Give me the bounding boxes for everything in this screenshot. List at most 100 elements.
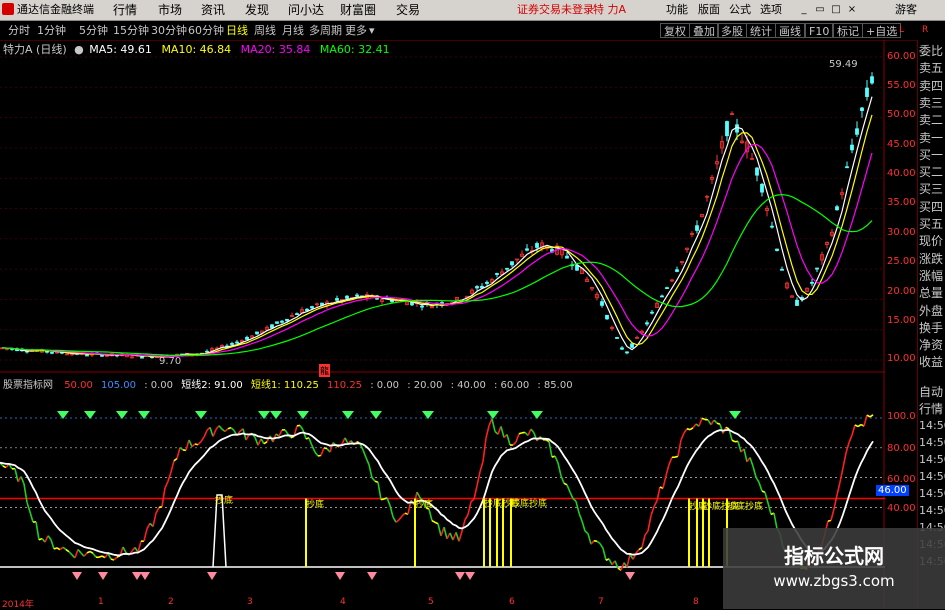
x-tick: 1 [98,597,104,607]
period-60min[interactable]: 60分钟 [188,23,224,38]
ind-fast-segment [57,548,60,550]
period-day[interactable]: 日线 [226,23,248,38]
menu-xuanxiang[interactable]: 选项 [760,2,782,18]
side-panel-item[interactable]: 净资 [919,338,945,352]
tool-biaoji[interactable]: 标记 [833,23,863,38]
visitor-label[interactable]: 游客 [895,2,917,18]
ind-fast-segment [51,540,54,549]
tool-duogu[interactable]: 多股 [717,23,747,38]
ind-fast-segment [198,442,201,445]
menu-hangqing[interactable]: 行情 [113,2,137,18]
side-panel-item[interactable]: 卖二 [919,113,945,127]
ind-fast-segment [264,442,267,444]
side-panel-item[interactable]: 卖五 [919,61,945,75]
ind-fast-segment [189,440,192,447]
ind-fast-segment [345,438,348,444]
ind-fast-segment [858,425,861,427]
menu-wenxiaoda[interactable]: 问小达 [288,2,324,18]
side-panel-item[interactable]: 买五 [919,217,945,231]
event-tag[interactable]: 龍 [319,364,330,377]
ind-fast-segment [465,515,468,520]
side-panel-item[interactable]: 收益 [919,355,945,369]
ind-fast-segment [870,415,873,417]
tool-diejia[interactable]: 叠加 [689,23,719,38]
period-more[interactable]: 更多 [345,23,367,38]
tool-huaxian[interactable]: 画线 [775,23,805,38]
side-panel-item[interactable]: 涨跌 [919,252,945,266]
candle-body [646,323,649,324]
login-warning[interactable]: 证券交易未登录 [517,2,594,18]
period-30min[interactable]: 30分钟 [151,23,187,38]
menu-shichang[interactable]: 市场 [158,2,182,18]
restore-icon[interactable]: ▭ [813,3,827,16]
candle-body [536,243,539,247]
ind-fast-segment [231,428,234,431]
candle-body [616,337,619,338]
ind-fast-segment [477,472,480,486]
tool-f10[interactable]: F10 [805,23,833,38]
ind-fast-segment [45,536,48,542]
ind-fast-segment [225,429,228,432]
ind-fast-segment [744,449,747,462]
tool-tongji[interactable]: 统计 [746,23,776,38]
candle-body [336,299,339,301]
menu-gongshi[interactable]: 公式 [729,2,751,18]
ind-val-3: : 0.00 [144,380,173,391]
side-panel-item[interactable]: 买一 [919,148,945,162]
menu-gongneng[interactable]: 功能 [666,2,688,18]
close-icon[interactable]: × [845,3,859,16]
ind-fast-segment [369,465,372,478]
side-panel-item[interactable]: 涨幅 [919,269,945,283]
minimize-icon[interactable]: _ [797,3,811,16]
tool-add-watchlist[interactable]: +自选 [862,23,901,38]
period-15min[interactable]: 15分钟 [113,23,149,38]
price-tick: 20.00 [887,286,916,297]
ind-fast-segment [30,512,33,522]
candle-body [206,351,209,352]
period-month[interactable]: 月线 [282,23,304,38]
period-1min[interactable]: 1分钟 [37,23,66,38]
ind-fast-segment [669,457,672,464]
chevron-down-icon[interactable]: ▾ [369,23,375,38]
side-panel-item[interactable]: 换手 [919,321,945,335]
ind-fast-segment [651,507,654,516]
side-panel-item[interactable]: 现价 [919,234,945,248]
ind-fast-segment [174,459,177,461]
period-fenshi[interactable]: 分时 [8,23,30,38]
ind-fast-segment [246,435,249,440]
low-price-label: 9.70 [159,356,181,367]
side-panel-item[interactable]: 卖一 [919,131,945,145]
ind-val-4: 短线2: 91.00 [181,380,243,391]
side-panel-item[interactable]: 卖三 [919,96,945,110]
side-panel-item[interactable]: 买三 [919,182,945,196]
side-panel-item[interactable]: 买四 [919,200,945,214]
top-diamond-icon [258,411,270,419]
ind-fast-segment [3,466,6,468]
signal-label: 抄底 [306,497,324,510]
ind-fast-segment [363,450,366,458]
menu-jiaoyi[interactable]: 交易 [396,2,420,18]
side-panel-item[interactable]: 外盘 [919,304,945,318]
period-multi[interactable]: 多周期 [309,23,342,38]
ind-fast-segment [486,426,489,439]
ind-fast-segment [849,435,852,442]
ind-tick: 80.00 [887,443,916,454]
side-panel-item[interactable]: 卖四 [919,79,945,93]
side-panel-item[interactable]: 买二 [919,165,945,179]
period-week[interactable]: 周线 [254,23,276,38]
period-5min[interactable]: 5分钟 [79,23,108,38]
menu-zixun[interactable]: 资讯 [201,2,225,18]
kline-chart[interactable] [0,40,885,609]
ind-fast-segment [750,458,753,467]
ind-fast-segment [585,531,588,534]
high-price-label: 59.49 [829,59,858,70]
side-panel-item[interactable]: 总量 [919,286,945,300]
candle-body [86,355,89,356]
menu-banmian[interactable]: 版面 [698,2,720,18]
maximize-icon[interactable]: □ [829,3,843,16]
menu-caifuquan[interactable]: 财富圈 [340,2,376,18]
ind-fast-segment [648,516,651,531]
tool-fuquan[interactable]: 复权 [660,23,690,38]
menu-faxian[interactable]: 发现 [245,2,269,18]
side-panel-item[interactable]: 委比 [919,44,945,58]
